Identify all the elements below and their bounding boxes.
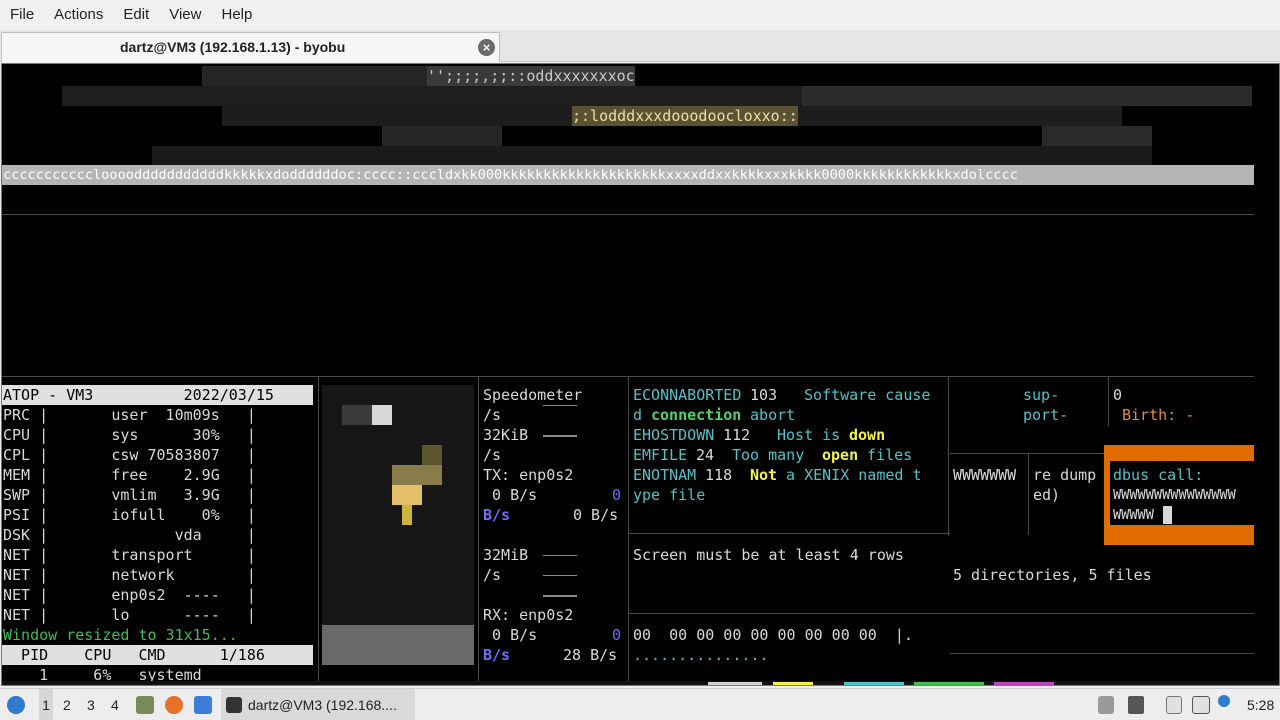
errno-name: ECONNABORTED (633, 386, 742, 404)
atop-row: SWP | vmlim 3.9G | (3, 486, 256, 504)
art-row-1: '';;;;,;;::oddxxxxxxxoc (427, 66, 635, 86)
dbus-label: dbus call: (1113, 466, 1204, 484)
rate-unit: /s (483, 446, 502, 464)
atop-row: PRC | user 10m09s | (3, 406, 256, 424)
errno-name: EMFILE (633, 446, 688, 464)
rx-zero: 0 (612, 626, 622, 644)
terminal-area[interactable]: '';;;;,;;::oddxxxxxxxoc ;:lodddxxxdooodo… (1, 63, 1280, 686)
menu-file[interactable]: File (0, 0, 44, 30)
taskbar: 1 2 3 4 dartz@VM3 (192.168.... 5:28 (0, 688, 1280, 720)
file-manager-icon[interactable] (136, 696, 154, 714)
network-icon[interactable] (1192, 696, 1210, 714)
task-label[interactable]: dartz@VM3 (192.168.... (248, 689, 397, 720)
support-text: port- (1023, 406, 1069, 424)
tray-icon[interactable] (1098, 696, 1114, 714)
rx-rate: 28 B/s (563, 646, 618, 664)
errno-highlight: open (822, 446, 859, 464)
errno-name: ENOTNAM (633, 466, 697, 484)
errno-text: Too many (732, 446, 814, 464)
stat-zero: 0 (1113, 386, 1123, 404)
errno-text: ype file (633, 486, 706, 504)
firefox-icon[interactable] (165, 696, 183, 714)
atop-row: NET | transport | (3, 546, 256, 564)
menu-edit[interactable]: Edit (113, 0, 159, 30)
start-menu-icon[interactable] (7, 696, 25, 714)
scale-mib: 32MiB (483, 546, 529, 564)
atop-row: NET | network | (3, 566, 256, 584)
tab-title: dartz@VM3 (192.168.1.13) - byobu (120, 39, 346, 55)
process-header: PID CPU CMD 1/186 (3, 646, 265, 664)
clipboard-icon[interactable] (1166, 696, 1182, 714)
errno-text: Host is (777, 426, 850, 444)
workspace-1[interactable]: 1 (39, 689, 53, 720)
atop-row: CPL | csw 70583807 | (3, 446, 256, 464)
w-pane: WWWWWWW (953, 466, 1017, 484)
tx-value: 0 B/s (483, 486, 538, 504)
art-row-2: ;:lodddxxxdooodoocloxxo:: (572, 106, 798, 126)
terminal-icon (226, 697, 242, 713)
support-text: sup- (1023, 386, 1060, 404)
workspace-3[interactable]: 3 (87, 689, 95, 720)
atop-header: ATOP - VM3 2022/03/15 (3, 386, 274, 404)
atop-row: NET | lo ---- | (3, 606, 256, 624)
errno-code: 112 (714, 426, 760, 444)
errno-highlight: down (849, 426, 886, 444)
rate-unit: /s (483, 566, 502, 584)
atop-row: DSK | vda | (3, 526, 256, 544)
errno-highlight: Not (750, 466, 778, 484)
menu-bar: File Actions Edit View Help (0, 0, 1280, 30)
hex-dots: ............... (633, 646, 769, 664)
errno-code: 103 (741, 386, 787, 404)
volume-icon[interactable] (1128, 696, 1144, 714)
atop-row: MEM | free 2.9G | (3, 466, 256, 484)
birth-label: Birth: - (1122, 406, 1195, 424)
errno-code: 24 (687, 446, 724, 464)
screen-message: Screen must be at least 4 rows (633, 546, 904, 564)
tx-label: TX: enp0s2 (483, 466, 574, 484)
atop-row: NET | enp0s2 ---- | (3, 586, 256, 604)
atop-row: CPU | sys 30% | (3, 426, 256, 444)
resize-message: Window resized to 31x15... (3, 626, 238, 644)
rx-unit: B/s (483, 646, 511, 664)
menu-help[interactable]: Help (211, 0, 262, 30)
errno-name: EHOSTDOWN (633, 426, 715, 444)
dbus-value: WWWWWWWWWWWWWWW (1113, 487, 1236, 503)
hex-dump: 00 00 00 00 00 00 00 00 00 |. (633, 626, 913, 644)
clock: 5:28 (1247, 697, 1275, 713)
atop-row: PSI | iofull 0% | (3, 506, 256, 524)
rx-label: RX: enp0s2 (483, 606, 574, 624)
errno-highlight: connection (651, 406, 742, 424)
rx-value: 0 B/s (483, 626, 538, 644)
close-icon[interactable]: × (478, 39, 495, 56)
errno-text: Software cause (804, 386, 931, 404)
errno-text: abort (741, 406, 796, 424)
tx-zero: 0 (612, 486, 622, 504)
scale-kib: 32KiB (483, 426, 529, 444)
errno-code: 118 (696, 466, 742, 484)
errno-text: files (858, 446, 913, 464)
workspace-2[interactable]: 2 (63, 689, 71, 720)
desktop-icon[interactable] (194, 696, 212, 714)
notification-icon[interactable] (1218, 695, 1230, 707)
dbus-value: WWWWW (1113, 507, 1154, 523)
workspace-4[interactable]: 4 (111, 689, 119, 720)
tab-session[interactable]: dartz@VM3 (192.168.1.13) - byobu × (1, 32, 500, 62)
errno-text: a XENIX named t (777, 466, 922, 484)
tab-bar: dartz@VM3 (192.168.1.13) - byobu × (0, 30, 1280, 62)
dump-text: re dump (1033, 466, 1097, 484)
cursor (1163, 506, 1172, 524)
tree-summary: 5 directories, 5 files (953, 566, 1152, 584)
menu-actions[interactable]: Actions (44, 0, 113, 30)
menu-view[interactable]: View (159, 0, 211, 30)
errno-text: d (633, 406, 652, 424)
art-bar: cccccccccccloooodddddddddddkkkkkxdoddddd… (3, 167, 1018, 183)
speedometer-title: Speedometer (483, 386, 583, 404)
dump-text: ed) (1033, 486, 1061, 504)
rate-unit: /s (483, 406, 502, 424)
tx-unit: B/s (483, 506, 511, 524)
tx-rate: 0 B/s (573, 506, 619, 524)
